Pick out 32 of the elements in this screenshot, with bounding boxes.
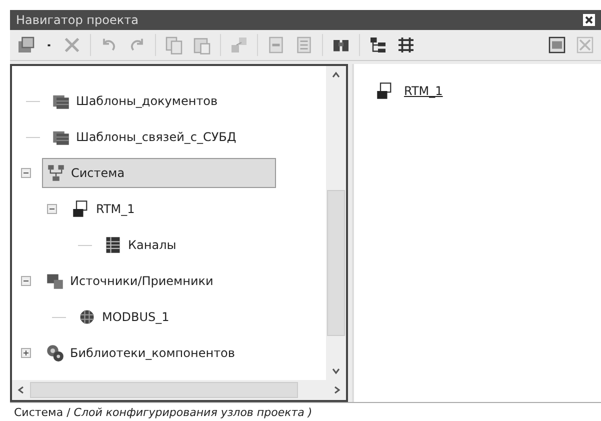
new-item-icon[interactable]	[16, 35, 36, 55]
collapse-icon[interactable]	[46, 203, 58, 215]
horizontal-scrollbar[interactable]	[12, 380, 346, 400]
scroll-right-icon[interactable]	[332, 385, 342, 395]
tree-icon[interactable]	[368, 35, 388, 55]
scroll-down-icon[interactable]	[331, 366, 341, 376]
devices-icon	[46, 272, 64, 290]
expand-icon[interactable]	[20, 347, 32, 359]
tree-item[interactable]: Источники/Приемники	[42, 267, 222, 295]
scroll-left-icon[interactable]	[16, 385, 26, 395]
tree-item[interactable]: MODBUS_1	[74, 303, 178, 331]
status-text: Система / Слой конфигурирования узлов проекта )	[14, 406, 312, 418]
gears-icon	[46, 344, 64, 362]
chip-icon	[78, 308, 96, 326]
computer-icon	[72, 200, 90, 218]
tree-item[interactable]: RTM_1	[68, 195, 143, 223]
table-icon	[104, 236, 122, 254]
tree-item[interactable]: Каналы	[100, 231, 184, 259]
properties-icon[interactable]	[547, 35, 567, 55]
scroll-up-icon[interactable]	[331, 70, 341, 80]
network-icon	[47, 164, 65, 182]
content-item[interactable]: RTM_1	[376, 82, 601, 100]
grid-icon[interactable]	[396, 35, 416, 55]
tree-item[interactable]: Шаблоны_документов	[48, 87, 226, 115]
tree-item[interactable]: Шаблоны_связей_с_СУБД	[48, 123, 244, 151]
tree-item[interactable]: Система	[42, 158, 276, 188]
collapse-icon[interactable]	[20, 275, 32, 287]
computer-icon	[376, 82, 394, 100]
collapse-icon[interactable]	[20, 167, 32, 179]
vertical-scrollbar[interactable]	[326, 66, 346, 380]
window-title: Навигатор проекта	[16, 13, 138, 27]
tree-item[interactable]: Библиотеки_компонентов	[42, 339, 243, 367]
